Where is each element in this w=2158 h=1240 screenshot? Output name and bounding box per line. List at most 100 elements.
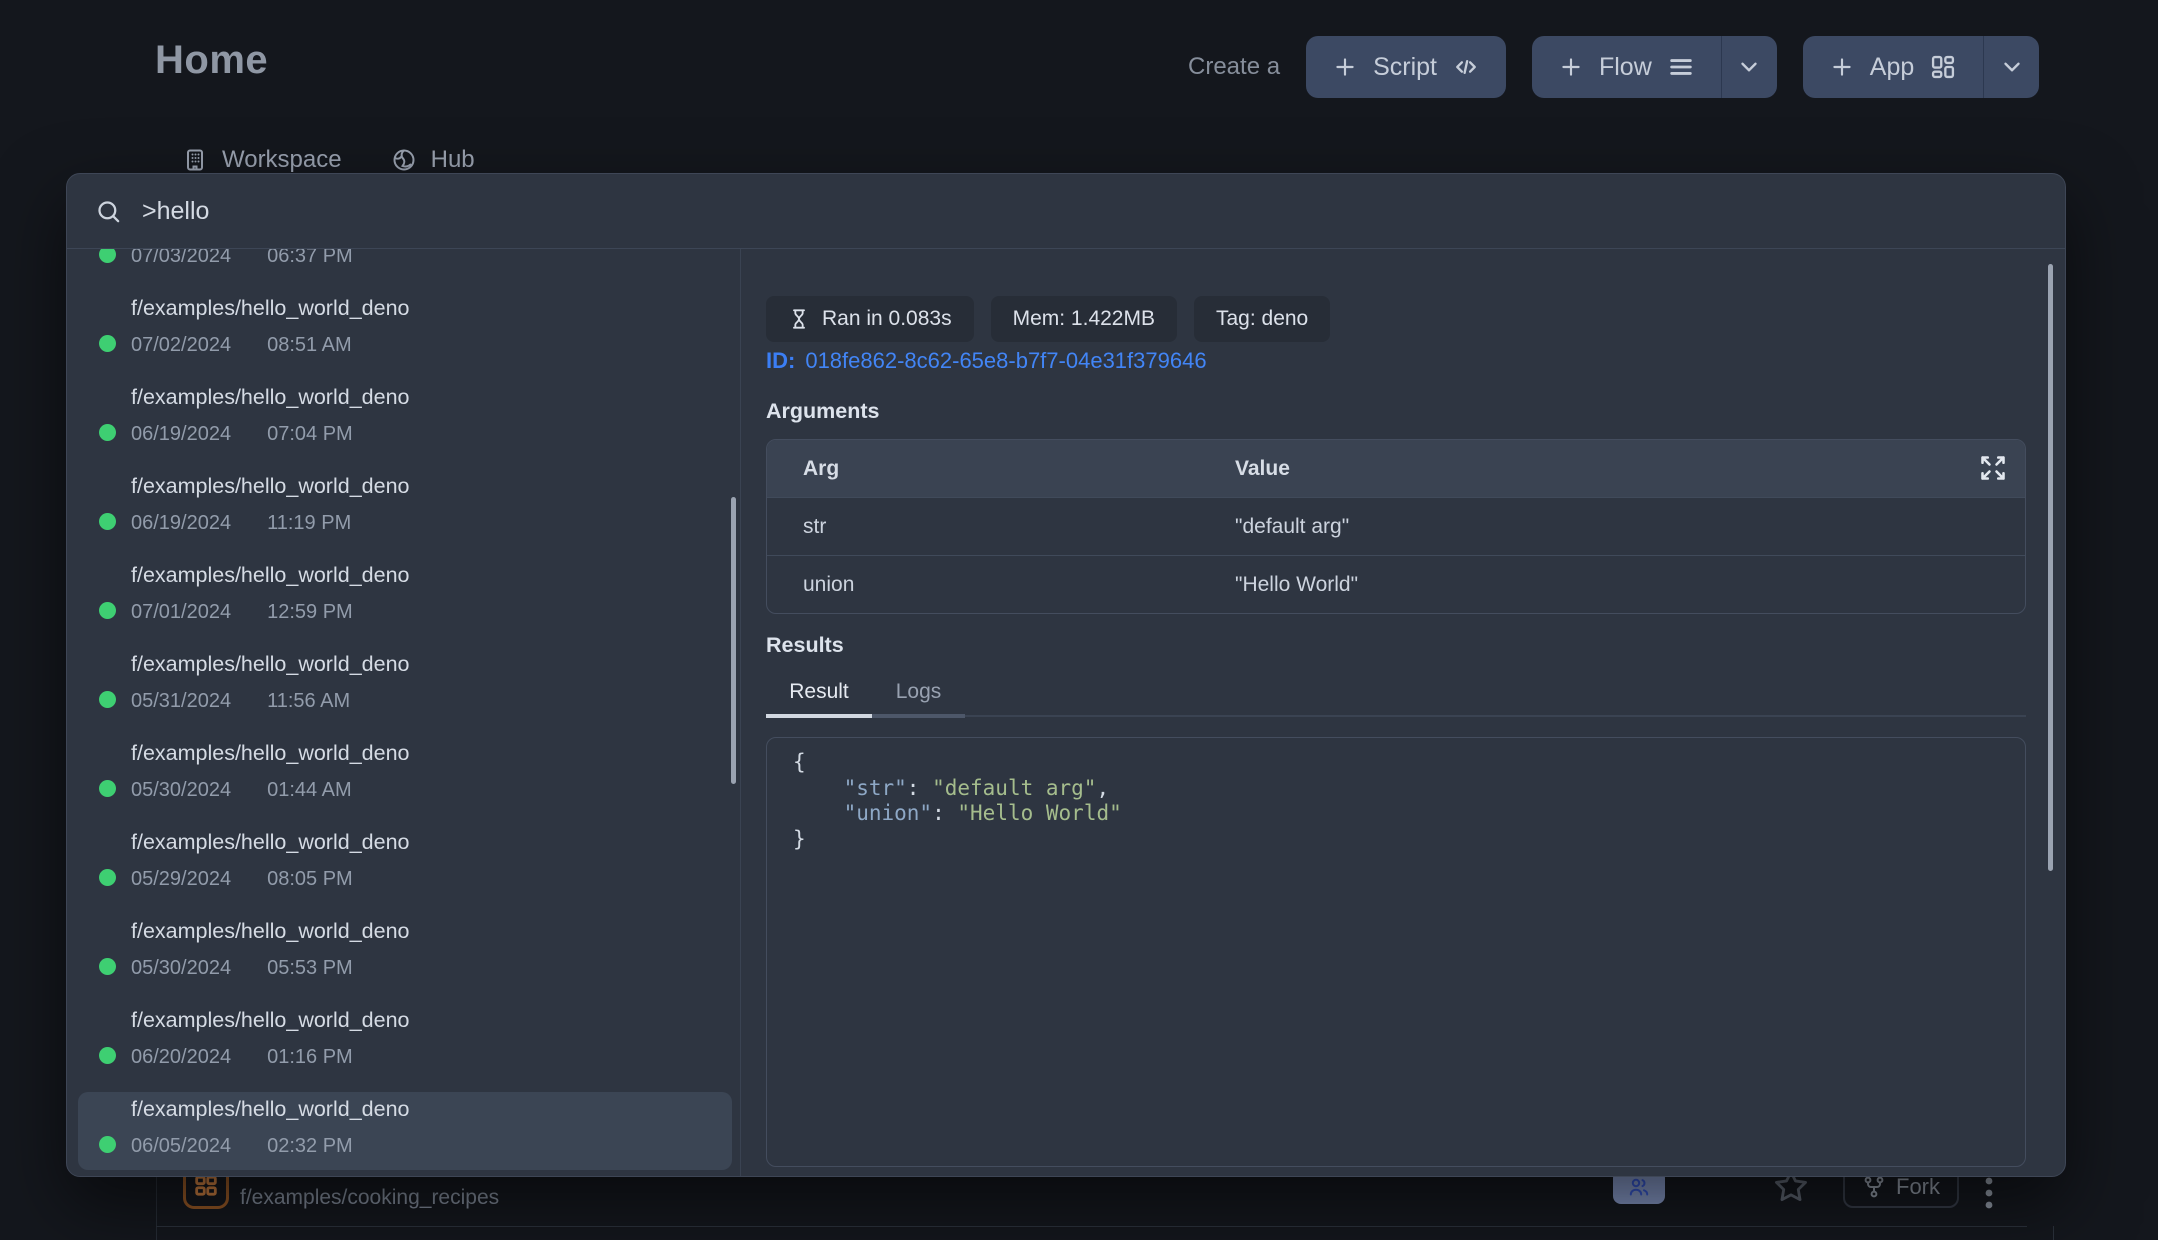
status-success-dot — [99, 249, 116, 263]
run-badge-label: Tag: deno — [1216, 307, 1308, 331]
run-list-item[interactable]: f/examples/hello_world_deno 06/19/2024 0… — [78, 380, 732, 458]
run-list-item[interactable]: f/examples/hello_world_deno 07/03/2024 0… — [78, 249, 732, 280]
dashboard-icon — [1929, 53, 1957, 81]
arguments-table-row: union "Hello World" — [767, 555, 2025, 613]
chevron-down-icon — [1999, 54, 2025, 80]
plus-icon — [1558, 54, 1584, 80]
run-time: 02:32 PM — [267, 1134, 353, 1158]
run-meta: 07/03/2024 06:37 PM — [131, 249, 732, 268]
code-icon — [1452, 53, 1480, 81]
column-header-value: Value — [1235, 457, 1290, 481]
tab-result[interactable]: Result — [766, 680, 872, 718]
run-list-item[interactable]: f/examples/hello_world_deno 07/01/2024 1… — [78, 558, 732, 636]
flow-list-icon — [1667, 53, 1695, 81]
result-json-viewer: { "str": "default arg", "union": "Hello … — [766, 737, 2026, 1167]
create-app-button[interactable]: App — [1803, 36, 1983, 98]
results-section-label: Results — [766, 633, 2026, 655]
create-script-main[interactable]: Script — [1306, 36, 1506, 98]
tab-hub-label: Hub — [431, 146, 475, 174]
status-success-dot — [99, 513, 116, 530]
run-meta: 06/19/2024 07:04 PM — [131, 422, 732, 446]
create-script-button[interactable]: Script — [1306, 36, 1506, 98]
arg-value-cell: "default arg" — [1235, 515, 1349, 539]
run-path: f/examples/hello_world_deno — [131, 469, 732, 498]
run-list-scrollbar[interactable] — [731, 497, 736, 784]
command-palette-modal: f/examples/hello_world_deno 07/03/2024 0… — [66, 173, 2066, 1177]
run-date: 07/01/2024 — [131, 600, 231, 624]
run-meta: 05/30/2024 01:44 AM — [131, 778, 732, 802]
create-flow-button-group: Flow — [1532, 36, 1777, 98]
search-icon — [95, 198, 122, 225]
column-header-arg: Arg — [767, 457, 1235, 481]
run-list-item[interactable]: f/examples/hello_world_deno 05/31/2024 1… — [78, 647, 732, 725]
run-id-label: ID: — [766, 348, 795, 374]
status-success-dot — [99, 602, 116, 619]
background-table-border-right — [2053, 1226, 2054, 1240]
run-meta: 05/31/2024 11:56 AM — [131, 689, 732, 713]
arguments-table-rows: str "default arg" union "Hello World" — [767, 497, 2025, 613]
run-date: 05/29/2024 — [131, 867, 231, 891]
run-badge-label: Mem: 1.422MB — [1013, 307, 1155, 331]
run-path: f/examples/hello_world_deno — [131, 291, 732, 320]
run-path: f/examples/hello_world_deno — [131, 1092, 732, 1121]
run-date: 05/30/2024 — [131, 956, 231, 980]
modal-body: f/examples/hello_world_deno 07/03/2024 0… — [67, 249, 2065, 1176]
tab-hub[interactable]: Hub — [392, 146, 475, 174]
create-flow-dropdown[interactable] — [1721, 36, 1777, 98]
run-meta: 07/02/2024 08:51 AM — [131, 333, 732, 357]
expand-icon[interactable] — [1979, 454, 2007, 482]
users-icon — [1627, 1175, 1651, 1199]
run-meta: 07/01/2024 12:59 PM — [131, 600, 732, 624]
tab-workspace[interactable]: Workspace — [183, 146, 342, 174]
run-path: f/examples/hello_world_deno — [131, 647, 732, 676]
search-bar — [67, 174, 2065, 249]
status-success-dot — [99, 691, 116, 708]
run-meta: 06/19/2024 11:19 PM — [131, 511, 732, 535]
run-time: 01:16 PM — [267, 1045, 353, 1069]
create-flow-button[interactable]: Flow — [1532, 36, 1721, 98]
arguments-section-label: Arguments — [766, 399, 2026, 421]
run-list-item[interactable]: f/examples/hello_world_deno 06/05/2024 0… — [78, 1092, 732, 1170]
run-time: 12:59 PM — [267, 600, 353, 624]
create-app-button-group: App — [1803, 36, 2039, 98]
run-time: 08:05 PM — [267, 867, 353, 891]
run-id-row: ID: 018fe862-8c62-65e8-b7f7-04e31f379646 — [766, 348, 2026, 374]
results-tabs: Result Logs — [766, 673, 2026, 717]
run-list-item[interactable]: f/examples/hello_world_deno 05/30/2024 0… — [78, 914, 732, 992]
run-path: f/examples/hello_world_deno — [131, 914, 732, 943]
run-list-item[interactable]: f/examples/hello_world_deno 07/02/2024 0… — [78, 291, 732, 369]
view-tabs: Workspace Hub — [183, 146, 475, 174]
run-list-item[interactable]: f/examples/hello_world_deno 05/30/2024 0… — [78, 736, 732, 814]
run-id-value[interactable]: 018fe862-8c62-65e8-b7f7-04e31f379646 — [805, 348, 1206, 374]
run-badge-label: Ran in 0.083s — [822, 307, 952, 331]
arg-name-cell: str — [767, 515, 1235, 539]
detail-scrollbar[interactable] — [2048, 264, 2053, 871]
status-success-dot — [99, 869, 116, 886]
screen: Home Create a Script Flow — [0, 0, 2158, 1240]
git-fork-icon — [1862, 1175, 1886, 1199]
run-date: 07/02/2024 — [131, 333, 231, 357]
run-date: 06/19/2024 — [131, 511, 231, 535]
status-success-dot — [99, 780, 116, 797]
run-list-item[interactable]: f/examples/hello_world_deno 06/19/2024 1… — [78, 469, 732, 547]
search-input[interactable] — [142, 197, 2037, 226]
run-detail-content: Ran in 0.083s Mem: 1.422MB Tag: deno ID:… — [766, 296, 2026, 1167]
plus-icon — [1829, 54, 1855, 80]
tab-logs[interactable]: Logs — [872, 680, 965, 718]
run-badge: Ran in 0.083s — [766, 296, 974, 342]
run-path: f/examples/hello_world_deno — [131, 558, 732, 587]
plus-icon — [1332, 54, 1358, 80]
run-path: f/examples/hello_world_deno — [131, 1003, 732, 1032]
kebab-menu-icon[interactable] — [1983, 1174, 1995, 1216]
status-success-dot — [99, 1047, 116, 1064]
run-time: 05:53 PM — [267, 956, 353, 980]
page-title: Home — [155, 38, 268, 83]
run-list-item[interactable]: f/examples/hello_world_deno 06/20/2024 0… — [78, 1003, 732, 1081]
run-list-item[interactable]: f/examples/hello_world_deno 05/29/2024 0… — [78, 825, 732, 903]
globe-icon — [392, 148, 416, 172]
background-row-divider — [156, 1226, 2027, 1227]
arguments-table: Arg Value str "default arg" union "Hello… — [766, 439, 2026, 614]
create-app-dropdown[interactable] — [1983, 36, 2039, 98]
create-label: Create a — [1188, 53, 1280, 81]
run-badge: Tag: deno — [1194, 296, 1330, 342]
